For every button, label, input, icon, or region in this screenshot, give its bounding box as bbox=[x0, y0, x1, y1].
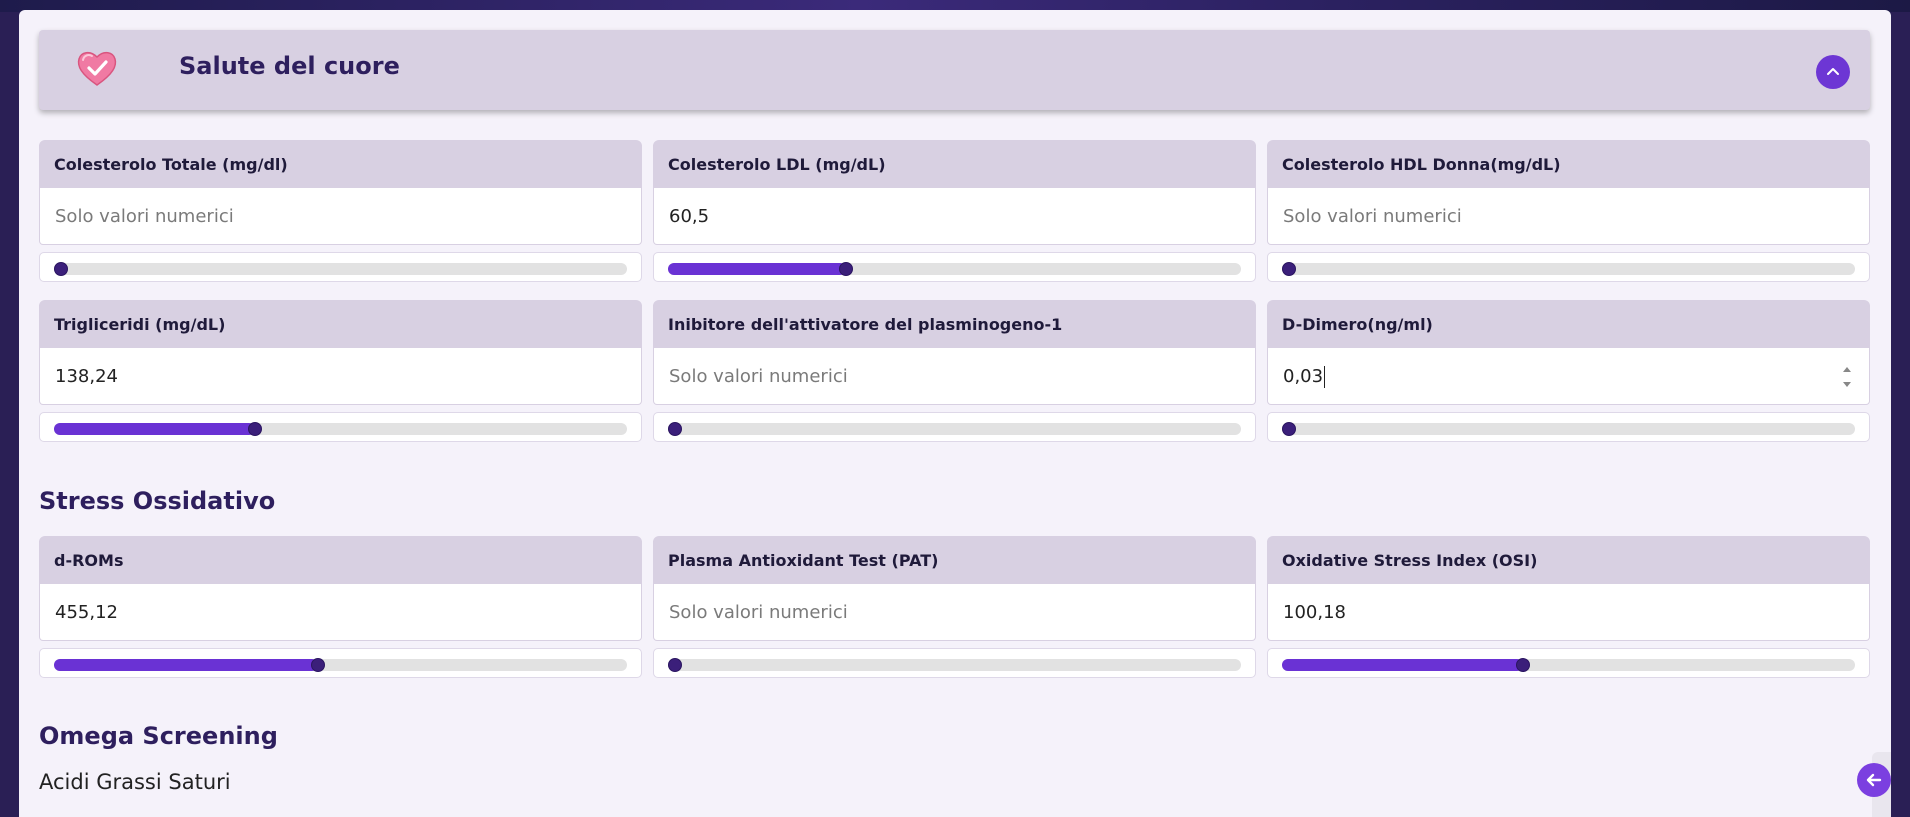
field-label: d-ROMs bbox=[54, 551, 124, 570]
colesterolo-hdl-slider[interactable] bbox=[1267, 252, 1870, 282]
field-trigliceridi: Trigliceridi (mg/dL) 138,24 bbox=[39, 300, 642, 442]
pat-input[interactable]: Solo valori numerici bbox=[654, 584, 1255, 640]
input-placeholder: Solo valori numerici bbox=[1283, 206, 1462, 227]
slider-thumb[interactable] bbox=[668, 422, 682, 436]
section-title: Salute del cuore bbox=[179, 52, 400, 80]
slider-track[interactable] bbox=[668, 422, 1241, 436]
field-label: Colesterolo HDL Donna(mg/dL) bbox=[1282, 155, 1561, 174]
d-dimero-slider[interactable] bbox=[1267, 412, 1870, 442]
field-label: Trigliceridi (mg/dL) bbox=[54, 315, 226, 334]
slider-track[interactable] bbox=[668, 658, 1241, 672]
input-value: 100,18 bbox=[1283, 602, 1346, 623]
input-value: 60,5 bbox=[669, 206, 710, 227]
input-placeholder: Solo valori numerici bbox=[669, 366, 848, 387]
field-d-roms: d-ROMs 455,12 bbox=[39, 536, 642, 678]
collapse-button[interactable] bbox=[1816, 55, 1850, 89]
d-roms-slider[interactable] bbox=[39, 648, 642, 678]
input-placeholder: Solo valori numerici bbox=[55, 206, 234, 227]
colesterolo-totale-slider[interactable] bbox=[39, 252, 642, 282]
input-value: 0,03 bbox=[1283, 366, 1324, 387]
d-roms-input[interactable]: 455,12 bbox=[40, 584, 641, 640]
slider-thumb[interactable] bbox=[310, 658, 325, 672]
slider-track[interactable] bbox=[1282, 262, 1855, 276]
chevron-up-icon bbox=[1827, 68, 1839, 75]
slider-track[interactable] bbox=[54, 422, 627, 436]
group-title-omega-screening: Omega Screening bbox=[39, 722, 278, 750]
slider-fill bbox=[54, 659, 318, 671]
slider-thumb[interactable] bbox=[54, 262, 68, 276]
slider-thumb[interactable] bbox=[1282, 262, 1296, 276]
text-caret bbox=[1324, 365, 1326, 388]
arrow-left-icon bbox=[1866, 773, 1882, 787]
field-colesterolo-ldl: Colesterolo LDL (mg/dL) 60,5 bbox=[653, 140, 1256, 282]
trigliceridi-slider[interactable] bbox=[39, 412, 642, 442]
slider-thumb[interactable] bbox=[668, 658, 682, 672]
pat-slider[interactable] bbox=[653, 648, 1256, 678]
inibitore-plasminogeno-slider[interactable] bbox=[653, 412, 1256, 442]
slider-track[interactable] bbox=[54, 262, 627, 276]
slider-thumb[interactable] bbox=[247, 422, 262, 436]
colesterolo-hdl-input[interactable]: Solo valori numerici bbox=[1268, 188, 1869, 244]
group-title-stress-ossidativo: Stress Ossidativo bbox=[39, 487, 276, 515]
input-value: 138,24 bbox=[55, 366, 118, 387]
input-placeholder: Solo valori numerici bbox=[669, 602, 848, 623]
field-plasma-antioxidant-test: Plasma Antioxidant Test (PAT) Solo valor… bbox=[653, 536, 1256, 678]
slider-thumb[interactable] bbox=[838, 262, 853, 276]
slider-thumb[interactable] bbox=[1515, 658, 1530, 672]
input-value: 455,12 bbox=[55, 602, 118, 623]
slider-track[interactable] bbox=[1282, 422, 1855, 436]
field-label: Oxidative Stress Index (OSI) bbox=[1282, 551, 1538, 570]
colesterolo-ldl-slider[interactable] bbox=[653, 252, 1256, 282]
colesterolo-ldl-input[interactable]: 60,5 bbox=[654, 188, 1255, 244]
field-colesterolo-hdl-donna: Colesterolo HDL Donna(mg/dL) Solo valori… bbox=[1267, 140, 1870, 282]
field-oxidative-stress-index: Oxidative Stress Index (OSI) 100,18 bbox=[1267, 536, 1870, 678]
d-dimero-input[interactable]: 0,03 bbox=[1268, 348, 1869, 404]
field-label: Inibitore dell'attivatore del plasminoge… bbox=[668, 315, 1063, 334]
slider-thumb[interactable] bbox=[1282, 422, 1296, 436]
colesterolo-totale-input[interactable]: Solo valori numerici bbox=[40, 188, 641, 244]
osi-input[interactable]: 100,18 bbox=[1268, 584, 1869, 640]
slider-track[interactable] bbox=[1282, 658, 1855, 672]
field-colesterolo-totale: Colesterolo Totale (mg/dl) Solo valori n… bbox=[39, 140, 642, 282]
field-label: Plasma Antioxidant Test (PAT) bbox=[668, 551, 939, 570]
field-label: Colesterolo LDL (mg/dL) bbox=[668, 155, 886, 174]
slider-fill bbox=[668, 263, 846, 275]
subsection-title-acidi-grassi-saturi: Acidi Grassi Saturi bbox=[39, 770, 231, 794]
section-header-salute-cuore[interactable]: Salute del cuore bbox=[39, 30, 1870, 110]
slider-fill bbox=[1282, 659, 1523, 671]
field-inibitore-plasminogeno: Inibitore dell'attivatore del plasminoge… bbox=[653, 300, 1256, 442]
inibitore-plasminogeno-input[interactable]: Solo valori numerici bbox=[654, 348, 1255, 404]
heart-check-icon bbox=[77, 51, 117, 86]
number-spinner-icon[interactable] bbox=[1841, 363, 1853, 391]
field-label: Colesterolo Totale (mg/dl) bbox=[54, 155, 288, 174]
osi-slider[interactable] bbox=[1267, 648, 1870, 678]
trigliceridi-input[interactable]: 138,24 bbox=[40, 348, 641, 404]
main-content: Salute del cuore Colesterolo Totale (mg/… bbox=[19, 10, 1891, 817]
slider-track[interactable] bbox=[54, 658, 627, 672]
slider-track[interactable] bbox=[668, 262, 1241, 276]
field-d-dimero: D-Dimero(ng/ml) 0,03 bbox=[1267, 300, 1870, 442]
back-button[interactable] bbox=[1857, 763, 1891, 797]
field-label: D-Dimero(ng/ml) bbox=[1282, 315, 1433, 334]
slider-fill bbox=[54, 423, 255, 435]
